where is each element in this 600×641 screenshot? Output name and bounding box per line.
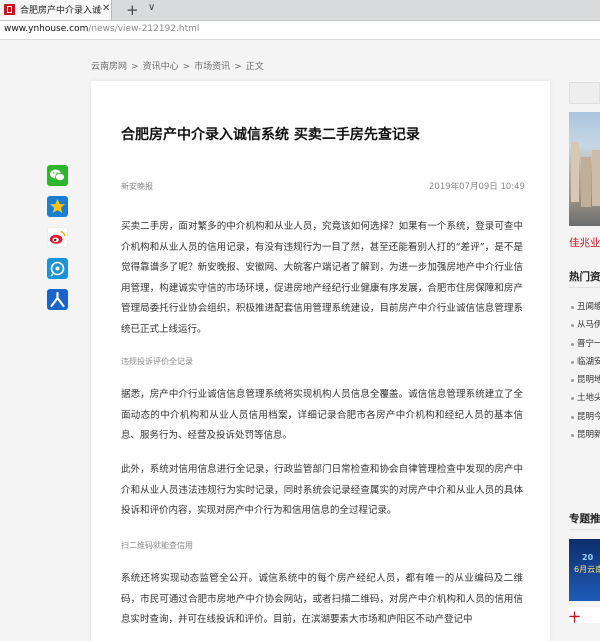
list-item[interactable]: 丑闻缠 <box>569 300 600 318</box>
sidebar-search-bar[interactable] <box>569 82 600 104</box>
list-item[interactable]: 昆明今 <box>569 410 600 428</box>
sidebar-promo-banner[interactable]: 十 <box>569 607 600 623</box>
article-paragraph: 买卖二手房，面对繁多的中介机构和从业人员，究竟该如何选择？如果有一个系统，登录可… <box>121 221 523 335</box>
article-date: 2019年07月09日 10:49 <box>429 182 525 192</box>
sidebar-hot-list: 丑闻缠 从马伊 晋宁一 临湖安 昆明地 土地尖 昆明今 昆明新 <box>569 300 600 446</box>
breadcrumb-separator: > <box>182 62 191 72</box>
url-path: /news/view-212192.html <box>88 24 200 34</box>
new-tab-button[interactable]: + <box>126 1 139 19</box>
article-title: 合肥房产中介录入诚信系统 买卖二手房先查记录 <box>121 127 420 143</box>
promo-text: 6月云南 <box>574 565 600 574</box>
qzone-icon[interactable] <box>47 196 68 217</box>
browser-tab-bar: 合肥房产中介录入诚信 ✕ + ∨ <box>0 0 600 21</box>
breadcrumb-market-news-link[interactable]: 市场资讯 <box>194 62 230 72</box>
sidebar-divider <box>569 287 600 288</box>
breadcrumb-current: 正文 <box>245 62 264 72</box>
building-shape <box>592 150 600 206</box>
list-item[interactable]: 晋宁一 <box>569 337 600 355</box>
building-shape <box>571 142 579 202</box>
list-item[interactable]: 临湖安 <box>569 355 600 373</box>
renren-icon[interactable] <box>47 289 68 310</box>
sidebar-promo-banner[interactable]: 20 6月云南 <box>569 539 600 601</box>
article-source: 新安晚报 <box>121 182 153 191</box>
sidebar-topic-title: 专题推 <box>569 513 600 525</box>
browser-tab-title: 合肥房产中介录入诚信 <box>20 6 102 16</box>
sidebar-divider <box>569 529 600 530</box>
browser-tab[interactable]: 合肥房产中介录入诚信 ✕ <box>0 0 112 20</box>
breadcrumb: 云南房网 > 资讯中心 > 市场资讯 > 正文 <box>91 59 268 72</box>
breadcrumb-home-link[interactable]: 云南房网 <box>91 62 127 72</box>
chevron-down-icon[interactable]: ∨ <box>148 2 155 13</box>
article-subheading: 扫二维码就能查信用 <box>121 541 193 550</box>
sidebar-feature-image[interactable] <box>569 112 600 226</box>
building-shape <box>581 157 591 207</box>
breadcrumb-separator: > <box>234 62 242 72</box>
list-item[interactable]: 从马伊 <box>569 318 600 336</box>
breadcrumb-news-center-link[interactable]: 资讯中心 <box>143 62 179 72</box>
breadcrumb-separator: > <box>131 62 139 72</box>
url-text[interactable]: www.ynhouse.com/news/view-212192.html <box>4 24 199 34</box>
list-item[interactable]: 土地尖 <box>569 391 600 409</box>
url-host: www.ynhouse.com <box>4 24 89 34</box>
wechat-icon[interactable] <box>47 165 68 186</box>
list-item[interactable]: 昆明地 <box>569 373 600 391</box>
sidebar-feature-caption[interactable]: 佳兆业 <box>569 235 600 250</box>
article-paragraph: 此外，系统对信用信息进行全记录，行政监管部门日常检查和协会自律管理检查中发现的房… <box>121 464 523 517</box>
weibo-icon[interactable] <box>47 227 68 248</box>
article-subheading: 违规投诉评价全记录 <box>121 357 193 366</box>
sidebar-hot-title: 热门资 <box>569 271 600 283</box>
list-item[interactable]: 昆明新 <box>569 428 600 446</box>
close-icon[interactable]: ✕ <box>102 3 110 14</box>
site-favicon-icon <box>4 4 15 15</box>
promo-text: 20 <box>582 553 594 562</box>
address-bar[interactable]: www.ynhouse.com/news/view-212192.html <box>0 21 600 40</box>
tencent-weibo-icon[interactable] <box>47 258 68 279</box>
promo-text: 十 <box>569 611 580 623</box>
article-paragraph: 据悉，房产中介行业诚信信息管理系统将实现机构人员信息全覆盖。诚信信息管理系统建立… <box>121 389 523 442</box>
article-paragraph: 系统还将实现动态监管全公开。诚信系统中的每个房产经纪人员，都有唯一的从业编码及二… <box>121 573 523 626</box>
